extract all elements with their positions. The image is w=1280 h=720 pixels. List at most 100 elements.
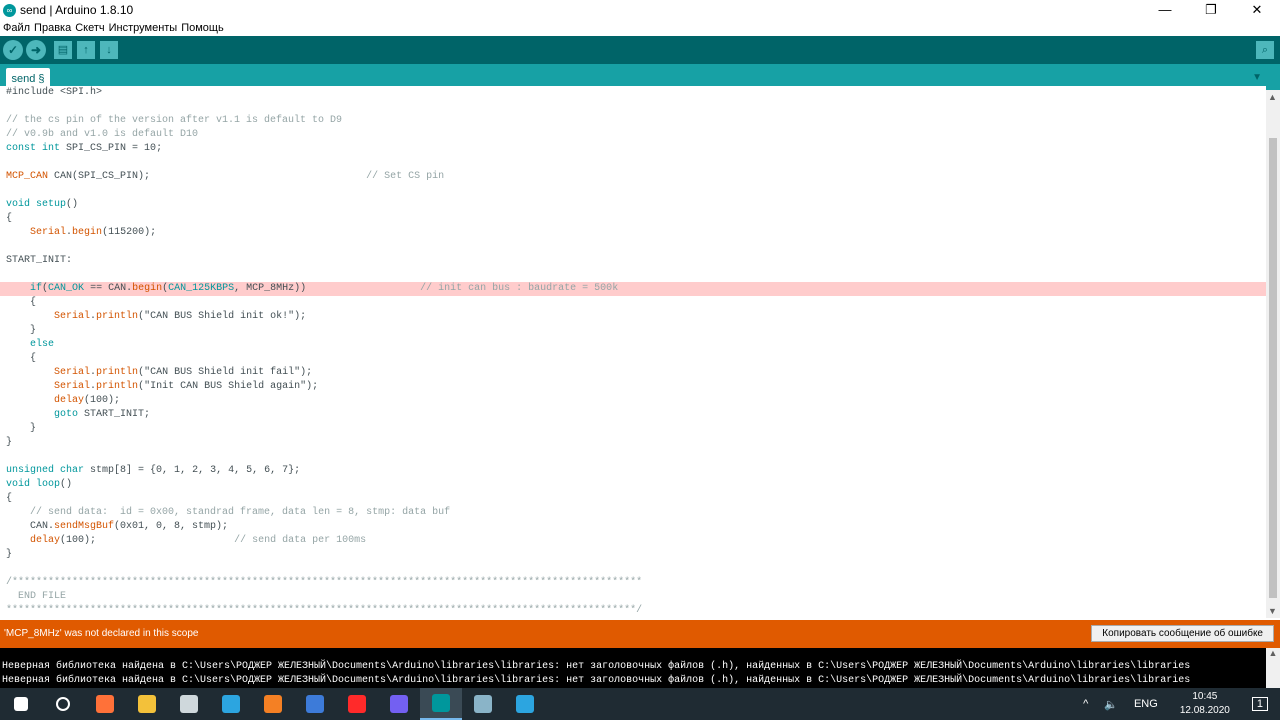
code-line[interactable]: delay(100);	[0, 394, 1266, 408]
code-line[interactable]	[0, 268, 1266, 282]
code-line[interactable]: MCP_CAN CAN(SPI_CS_PIN); // Set CS pin	[0, 170, 1266, 184]
code-line[interactable]: }	[0, 548, 1266, 562]
menu-tools[interactable]: Инструменты	[109, 22, 178, 34]
code-line[interactable]: #include <SPI.h>	[0, 86, 1266, 100]
code-token: {	[6, 353, 37, 364]
code-line[interactable]: void setup()	[0, 198, 1266, 212]
code-token: Serial	[54, 381, 91, 392]
taskbar-notepad-button[interactable]	[462, 688, 504, 720]
clock[interactable]: 10:45 12.08.2020	[1180, 690, 1230, 718]
code-token: , MCP_8MHz))	[234, 283, 421, 294]
tab-menu-chevron-down-icon[interactable]: ▼	[1252, 72, 1262, 83]
code-line[interactable]	[0, 156, 1266, 170]
volume-icon[interactable]: 🔈	[1104, 698, 1118, 711]
code-token: const	[6, 143, 37, 154]
code-token: println	[96, 311, 139, 322]
code-line-error[interactable]: if(CAN_OK == CAN.begin(CAN_125KBPS, MCP_…	[0, 282, 1266, 296]
code-line[interactable]	[0, 184, 1266, 198]
code-line[interactable]: // send data: id = 0x00, standrad frame,…	[0, 506, 1266, 520]
scroll-down-icon[interactable]: ▼	[1268, 606, 1277, 616]
save-button[interactable]: ↓	[100, 41, 118, 59]
taskbar-firefox-button[interactable]	[84, 688, 126, 720]
taskbar-app-button[interactable]	[168, 688, 210, 720]
code-token: MCP_CAN	[6, 171, 49, 182]
code-token: }	[6, 325, 37, 336]
serial-monitor-button[interactable]: ⌕	[1256, 41, 1274, 59]
new-sketch-button[interactable]: ▤	[54, 41, 72, 59]
menu-help[interactable]: Помощь	[181, 22, 224, 34]
taskbar-paint-button[interactable]	[294, 688, 336, 720]
code-line[interactable]: // the cs pin of the version after v1.1 …	[0, 114, 1266, 128]
code-token: SPI_CS_PIN = 10;	[60, 143, 163, 154]
code-line[interactable]	[0, 450, 1266, 464]
code-line[interactable]: void loop()	[0, 478, 1266, 492]
taskbar: ^ 🔈 ENG 10:45 12.08.2020 1	[0, 688, 1280, 720]
copy-error-button[interactable]: Копировать сообщение об ошибке	[1091, 625, 1274, 642]
editor-scrollbar[interactable]: ▲ ▼	[1266, 90, 1280, 618]
viber-icon	[390, 695, 408, 713]
code-token: ("Init CAN BUS Shield again");	[138, 381, 319, 392]
code-line[interactable]: delay(100); // send data per 100ms	[0, 534, 1266, 548]
code-token: {	[6, 297, 37, 308]
code-line[interactable]: unsigned char stmp[8] = {0, 1, 2, 3, 4, …	[0, 464, 1266, 478]
taskbar-media-button[interactable]	[252, 688, 294, 720]
code-line[interactable]: {	[0, 352, 1266, 366]
tray-chevron-up-icon[interactable]: ^	[1083, 698, 1088, 710]
upload-button[interactable]: ➜	[26, 40, 46, 60]
code-line[interactable]: const int SPI_CS_PIN = 10;	[0, 142, 1266, 156]
taskbar-viber-button[interactable]	[378, 688, 420, 720]
code-line[interactable]: /***************************************…	[0, 576, 1266, 590]
taskbar-file-explorer-button[interactable]	[126, 688, 168, 720]
code-line[interactable]: goto START_INIT;	[0, 408, 1266, 422]
code-line[interactable]: START_INIT:	[0, 254, 1266, 268]
taskbar-search-button[interactable]	[42, 688, 84, 720]
title-bar: ∞ send | Arduino 1.8.10 — ❐ ✕	[0, 0, 1280, 20]
console-scrollbar[interactable]: ▲	[1266, 648, 1280, 688]
code-token: #include <SPI.h>	[6, 87, 103, 98]
menu-edit[interactable]: Правка	[34, 22, 71, 34]
taskbar-arduino-button[interactable]	[420, 688, 462, 720]
minimize-button[interactable]: —	[1142, 0, 1188, 20]
code-token: == CAN.	[84, 283, 133, 294]
media-icon	[264, 695, 282, 713]
code-line[interactable]: {	[0, 212, 1266, 226]
maximize-button[interactable]: ❐	[1188, 0, 1234, 20]
code-line[interactable]: END FILE	[0, 590, 1266, 604]
code-token: // v0.9b and v1.0 is default D10	[6, 129, 199, 140]
telegram-icon	[222, 695, 240, 713]
scrollbar-thumb[interactable]	[1269, 138, 1277, 598]
taskbar-telegram-button[interactable]	[210, 688, 252, 720]
taskbar-start-button[interactable]	[0, 688, 42, 720]
menu-bar: Файл Правка Скетч Инструменты Помощь	[0, 20, 1280, 36]
code-line[interactable]: Serial.begin(115200);	[0, 226, 1266, 240]
taskbar-telegram-2-button[interactable]	[504, 688, 546, 720]
open-button[interactable]: ↑	[77, 41, 95, 59]
code-line[interactable]: {	[0, 492, 1266, 506]
code-line[interactable]: }	[0, 422, 1266, 436]
menu-sketch[interactable]: Скетч	[75, 22, 104, 34]
code-line[interactable]: Serial.println("Init CAN BUS Shield agai…	[0, 380, 1266, 394]
code-line[interactable]: CAN.sendMsgBuf(0x01, 0, 8, stmp);	[0, 520, 1266, 534]
code-line[interactable]	[0, 100, 1266, 114]
code-line[interactable]: }	[0, 436, 1266, 450]
taskbar-yandex-browser-button[interactable]	[336, 688, 378, 720]
code-line[interactable]: Serial.println("CAN BUS Shield init fail…	[0, 366, 1266, 380]
code-line[interactable]: ****************************************…	[0, 604, 1266, 614]
scroll-up-icon[interactable]: ▲	[1268, 92, 1277, 102]
code-line[interactable]: }	[0, 324, 1266, 338]
code-line[interactable]	[0, 562, 1266, 576]
code-line[interactable]: Serial.println("CAN BUS Shield init ok!"…	[0, 310, 1266, 324]
app-icon	[180, 695, 198, 713]
code-line[interactable]	[0, 240, 1266, 254]
menu-file[interactable]: Файл	[3, 22, 30, 34]
code-token: END FILE	[6, 591, 67, 602]
code-line[interactable]: else	[0, 338, 1266, 352]
code-token: Serial	[54, 311, 91, 322]
code-line[interactable]: {	[0, 296, 1266, 310]
close-button[interactable]: ✕	[1234, 0, 1280, 20]
code-line[interactable]: // v0.9b and v1.0 is default D10	[0, 128, 1266, 142]
code-editor[interactable]: #include <SPI.h> // the cs pin of the ve…	[0, 86, 1266, 614]
language-indicator[interactable]: ENG	[1134, 698, 1158, 710]
verify-button[interactable]: ✓	[3, 40, 23, 60]
notifications-icon[interactable]: 1	[1251, 697, 1268, 711]
